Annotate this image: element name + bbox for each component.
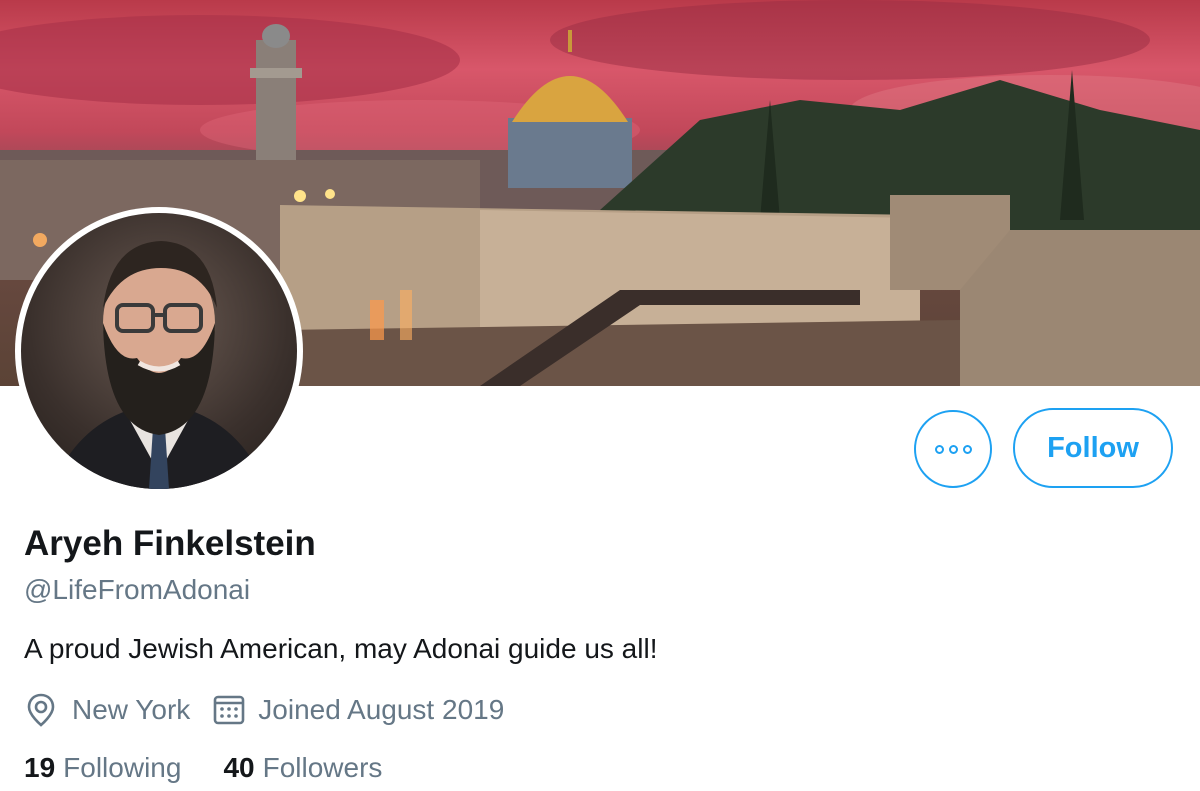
- profile-name: Aryeh Finkelstein: [24, 524, 316, 563]
- profile-avatar[interactable]: [15, 207, 303, 495]
- profile-handle: @LifeFromAdonai: [24, 574, 251, 605]
- profile-stats: 19 Following 40 Followers: [24, 752, 382, 784]
- profile-bio: A proud Jewish American, may Adonai guid…: [24, 633, 658, 664]
- more-options-button[interactable]: [914, 410, 992, 488]
- more-options-icon: [934, 444, 944, 454]
- following-link[interactable]: 19 Following: [24, 752, 181, 784]
- follow-button[interactable]: Follow: [1013, 408, 1173, 488]
- more-options-icon-dot: [948, 444, 958, 454]
- calendar-icon: [213, 695, 245, 725]
- followers-link[interactable]: 40 Followers: [223, 752, 382, 784]
- location-pin-icon: [27, 693, 55, 727]
- profile-joined: Joined August 2019: [212, 693, 504, 727]
- following-count: 19: [24, 752, 56, 783]
- location-text: New York: [72, 694, 191, 725]
- following-label: Following: [63, 752, 182, 783]
- profile-location: New York: [24, 692, 190, 728]
- followers-count: 40: [223, 752, 255, 783]
- avatar-photo: [21, 213, 297, 489]
- followers-label: Followers: [262, 752, 383, 783]
- profile-meta: New York Joined August 2019: [24, 690, 504, 730]
- joined-text: Joined August 2019: [258, 694, 505, 725]
- more-options-icon-dot: [962, 444, 972, 454]
